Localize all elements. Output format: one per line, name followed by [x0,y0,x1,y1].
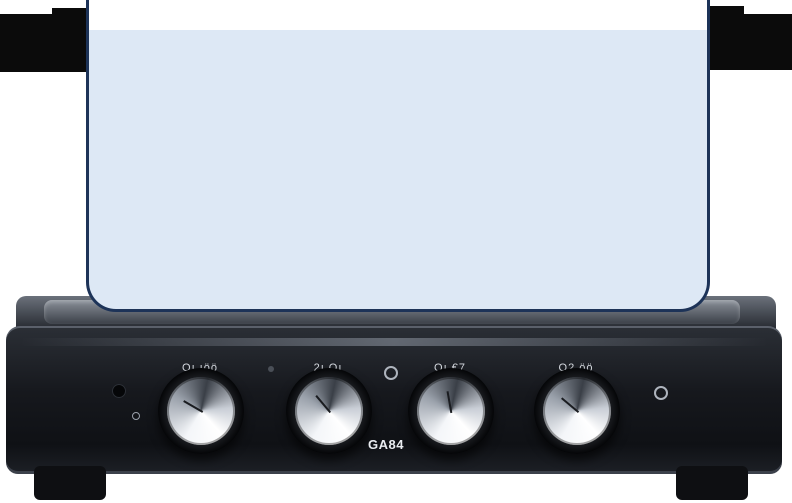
power-socket-icon [112,384,126,398]
right-foot [676,466,748,500]
knob-pointer [446,391,453,414]
knob-face [417,377,485,445]
indicator-led-icon [132,412,140,420]
knob-pointer [561,397,580,414]
indicator-dot-icon [268,366,274,372]
control-knob-1 [158,368,244,454]
control-knob-2 [286,368,372,454]
knob-face [543,377,611,445]
power-indicator-icon [654,386,668,400]
status-ring-icon [384,366,398,380]
left-foot [34,466,106,500]
knob-pointer [315,395,332,414]
knob-face [295,377,363,445]
cooktop-scene: Oı ıöö 2ı Oı Oı €7 O2 öö GA84 [0,0,792,503]
model-label: GA84 [368,437,404,452]
right-handle-stub [706,6,744,34]
body-highlight [20,338,768,346]
blank-overlay-panel [86,0,710,312]
overlay-top-strip [89,0,707,30]
control-knob-4 [534,368,620,454]
knob-pointer [183,400,204,413]
knob-face [167,377,235,445]
